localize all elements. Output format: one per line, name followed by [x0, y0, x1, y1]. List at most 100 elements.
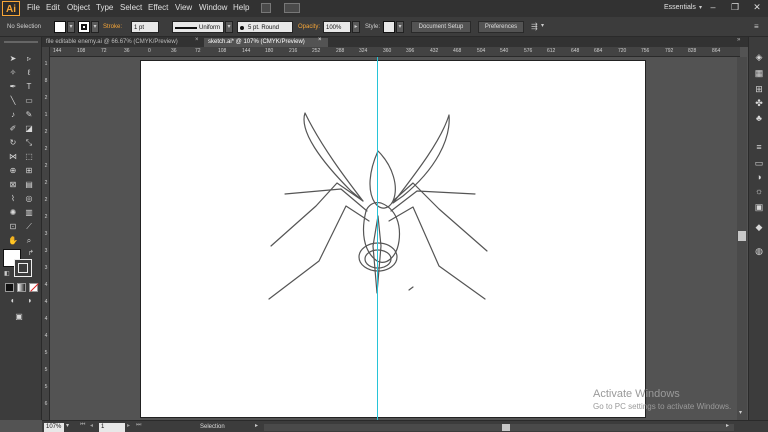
gradient-tool-icon[interactable]: ▤: [23, 179, 35, 191]
selection-tool-icon[interactable]: ➤: [7, 53, 19, 65]
bridge-icon[interactable]: [261, 3, 271, 13]
draw-behind-icon[interactable]: ◑: [23, 295, 35, 307]
preferences-button[interactable]: Preferences: [478, 21, 524, 33]
zoom-field[interactable]: 107%: [44, 423, 64, 432]
minimize-icon[interactable]: –: [702, 0, 724, 15]
menu-view[interactable]: View: [175, 3, 192, 12]
next-artboard-icon[interactable]: ▸: [127, 422, 130, 429]
layers-icon[interactable]: ◆: [753, 221, 765, 233]
width-tool-icon[interactable]: ⋈: [7, 151, 19, 163]
direct-selection-tool-icon[interactable]: ▹: [23, 53, 35, 65]
perspective-grid-icon[interactable]: ⊞: [23, 165, 35, 177]
menu-window[interactable]: Window: [199, 3, 227, 12]
transparency-icon[interactable]: ◑: [753, 171, 765, 183]
zoom-dropdown-icon[interactable]: ▾: [66, 422, 69, 429]
color-panel-icon[interactable]: ◈: [753, 51, 765, 63]
fill-dropdown[interactable]: ▾: [67, 21, 75, 33]
default-colors-icon[interactable]: ◧: [4, 270, 10, 277]
maximize-icon[interactable]: ❐: [724, 0, 746, 15]
eraser-tool-icon[interactable]: ◪: [23, 123, 35, 135]
lasso-tool-icon[interactable]: ℓ: [23, 67, 35, 79]
close-tab-icon[interactable]: ×: [318, 37, 322, 43]
slice-tool-icon[interactable]: ⟋: [23, 221, 35, 233]
pencil-tool-icon[interactable]: ✎: [23, 109, 35, 121]
menu-select[interactable]: Select: [120, 3, 142, 12]
menu-object[interactable]: Object: [67, 3, 90, 12]
artboards-icon[interactable]: ◍: [753, 245, 765, 257]
rotate-tool-icon[interactable]: ↻: [7, 137, 19, 149]
brushes-icon[interactable]: ✤: [753, 97, 765, 109]
scroll-right-icon[interactable]: ▸: [726, 422, 729, 429]
line-tool-icon[interactable]: ╲: [7, 95, 19, 107]
none-mode-icon[interactable]: [29, 283, 39, 292]
menu-effect[interactable]: Effect: [148, 3, 168, 12]
artboard-tool-icon[interactable]: ⊡: [7, 221, 19, 233]
paintbrush-tool-icon[interactable]: ♪: [7, 109, 19, 121]
menu-help[interactable]: Help: [233, 3, 249, 12]
status-menu-icon[interactable]: ▸: [255, 422, 258, 429]
close-icon[interactable]: ✕: [746, 0, 768, 15]
style-swatch[interactable]: [383, 21, 395, 33]
gradient-mode-icon[interactable]: [17, 283, 26, 292]
scale-tool-icon[interactable]: ⤡: [23, 137, 35, 149]
pen-tool-icon[interactable]: ✒: [7, 81, 19, 93]
column-graph-icon[interactable]: ▥: [23, 207, 35, 219]
menu-edit[interactable]: Edit: [46, 3, 60, 12]
shape-builder-icon[interactable]: ⊕: [7, 165, 19, 177]
type-tool-icon[interactable]: T: [23, 81, 35, 93]
workspace-switcher[interactable]: Essentials: [664, 4, 696, 11]
document-setup-button[interactable]: Document Setup: [411, 21, 471, 33]
draw-normal-icon[interactable]: ◐: [7, 295, 19, 307]
mesh-tool-icon[interactable]: ⊠: [7, 179, 19, 191]
eyedropper-tool-icon[interactable]: ⌇: [7, 193, 19, 205]
stroke-panel-icon[interactable]: ≡: [753, 141, 765, 153]
stroke-swatch[interactable]: [78, 21, 90, 33]
swap-colors-icon[interactable]: ↱: [28, 249, 34, 257]
stroke-weight-field[interactable]: 1 pt: [131, 21, 159, 33]
align-icon[interactable]: ⇶: [531, 22, 538, 31]
stroke-label[interactable]: Stroke:: [103, 24, 122, 30]
screen-mode-icon[interactable]: ▣: [13, 311, 25, 323]
color-mode-icon[interactable]: [5, 283, 14, 292]
free-transform-icon[interactable]: ⬚: [23, 151, 35, 163]
stroke-profile-dropdown[interactable]: ▾: [225, 21, 233, 33]
appearance-icon[interactable]: ☼: [753, 185, 765, 197]
blob-brush-icon[interactable]: ✐: [7, 123, 19, 135]
hand-tool-icon[interactable]: ✋: [7, 235, 19, 247]
scroll-thumb[interactable]: [738, 231, 746, 241]
opacity-dropdown[interactable]: ▸: [352, 21, 360, 33]
opacity-label[interactable]: Opacity:: [298, 24, 320, 30]
rectangle-tool-icon[interactable]: ▭: [23, 95, 35, 107]
zoom-tool-icon[interactable]: ⌕: [23, 235, 35, 247]
scroll-down-icon[interactable]: ▾: [739, 409, 742, 416]
stroke-dropdown[interactable]: ▾: [91, 21, 99, 33]
graphic-styles-icon[interactable]: ▣: [753, 201, 765, 213]
symbols-icon[interactable]: ♣: [753, 112, 765, 124]
chevron-down-icon[interactable]: ▾: [541, 22, 544, 29]
tab-overflow-icon[interactable]: »: [737, 37, 740, 43]
vertical-guide[interactable]: [377, 57, 378, 420]
color-guide-icon[interactable]: ▦: [753, 67, 765, 79]
opacity-field[interactable]: 100%: [323, 21, 351, 33]
swatches-icon[interactable]: ⊞: [753, 83, 765, 95]
last-artboard-icon[interactable]: ⏭: [136, 422, 141, 429]
artboard[interactable]: [140, 60, 646, 418]
vertical-scrollbar[interactable]: ▾: [737, 57, 747, 420]
horizontal-ruler[interactable]: 144 108 72 36 0 36 72 108 144 180 216 25…: [50, 47, 740, 57]
brush-field[interactable]: 5 pt. Round: [237, 21, 293, 33]
menu-type[interactable]: Type: [96, 3, 113, 12]
panel-menu-icon[interactable]: ≡: [754, 22, 759, 31]
horizontal-scrollbar[interactable]: [264, 424, 734, 431]
first-artboard-icon[interactable]: ⏮: [80, 422, 85, 429]
fill-swatch[interactable]: [54, 21, 66, 33]
prev-artboard-icon[interactable]: ◂: [90, 422, 93, 429]
symbol-sprayer-icon[interactable]: ✺: [7, 207, 19, 219]
style-dropdown[interactable]: ▾: [396, 21, 404, 33]
stroke-color-box[interactable]: [14, 259, 32, 277]
menu-file[interactable]: File: [27, 3, 40, 12]
tab-enemy-file[interactable]: file editable enemy.ai @ 66.67% (CMYK/Pr…: [42, 38, 202, 47]
panel-grip[interactable]: [4, 41, 38, 43]
magic-wand-icon[interactable]: ✧: [7, 67, 19, 79]
arrange-documents-icon[interactable]: [284, 3, 300, 13]
close-tab-icon[interactable]: ×: [195, 37, 199, 43]
